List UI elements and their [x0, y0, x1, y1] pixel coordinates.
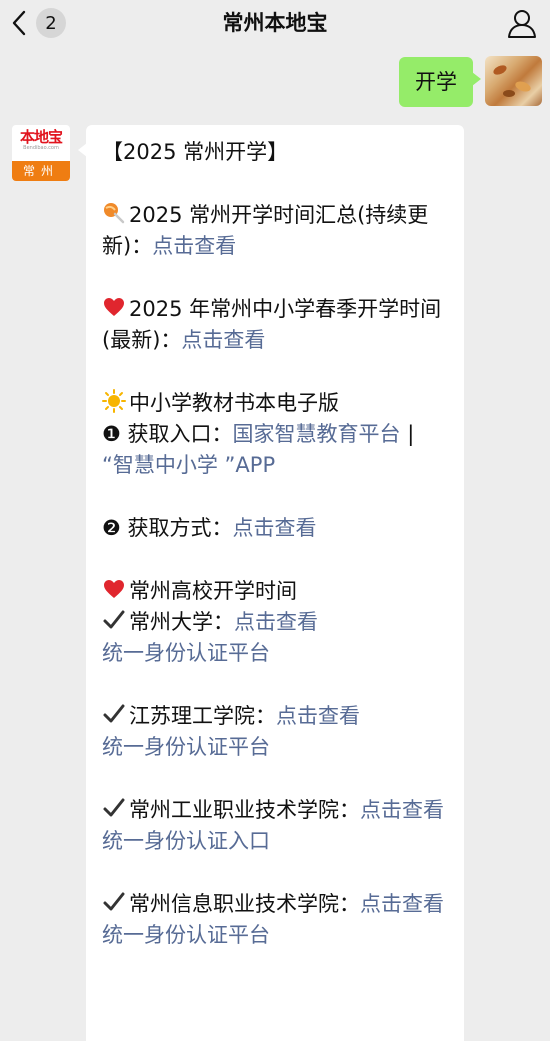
sun-icon — [102, 389, 126, 413]
textbook-section: 中小学教材书本电子版 ❶ 获取入口：国家智慧教育平台 | “智慧中小学 ”APP — [102, 388, 450, 481]
portal-link[interactable]: 统一身份认证平台 — [102, 638, 450, 669]
view-link[interactable]: 点击查看 — [276, 704, 360, 728]
college-name: 江苏理工学院： — [129, 704, 276, 728]
checkmark-icon — [103, 610, 125, 629]
app-link[interactable]: “智慧中小学 ”APP — [102, 453, 275, 477]
bot-city-label: 常州 — [12, 161, 70, 181]
college-name: 常州工业职业技术学院： — [129, 798, 360, 822]
portal-link[interactable]: 统一身份认证平台 — [102, 732, 450, 763]
bot-logo-text: 本地宝 — [19, 128, 63, 146]
method-label: ❷ 获取方式： — [102, 516, 233, 540]
message-heading: 【2025 常州开学】 — [102, 140, 289, 164]
college-name: 常州信息职业技术学院： — [129, 892, 360, 916]
portal-link[interactable]: 统一身份认证入口 — [102, 826, 450, 857]
checkmark-icon — [103, 798, 125, 817]
view-link[interactable]: 点击查看 — [360, 892, 444, 916]
bot-avatar[interactable]: 本地宝 Bendibao.com 常州 — [12, 125, 70, 181]
college-item: 常州工业职业技术学院：点击查看 统一身份认证入口 — [102, 795, 450, 857]
chat-header: 2 常州本地宝 — [0, 0, 550, 46]
edu-platform-link[interactable]: 国家智慧教育平台 — [233, 422, 401, 446]
separator: | — [400, 422, 415, 446]
section-title: 常州高校开学时间 — [129, 579, 297, 603]
incoming-bubble: 【2025 常州开学】 2025 常州开学时间汇总(持续更新)：点击查看 202… — [78, 125, 464, 1041]
college-name: 常州大学： — [129, 610, 234, 634]
list-item: 2025 年常州中小学春季开学时间(最新)：点击查看 — [102, 294, 450, 356]
checkmark-icon — [103, 892, 125, 911]
incoming-message: 本地宝 Bendibao.com 常州 【2025 常州开学】 2025 常州开… — [12, 125, 464, 1041]
college-item: 江苏理工学院：点击查看 统一身份认证平台 — [102, 701, 450, 763]
view-link[interactable]: 点击查看 — [152, 234, 236, 258]
college-item: 常州信息职业技术学院：点击查看 统一身份认证平台 — [102, 889, 450, 951]
view-link[interactable]: 点击查看 — [181, 328, 265, 352]
chat-title: 常州本地宝 — [222, 11, 328, 35]
item-text: 2025 年常州中小学春季开学时间(最新)： — [102, 297, 442, 352]
profile-icon[interactable] — [506, 7, 538, 39]
section-title: 中小学教材书本电子版 — [129, 391, 339, 415]
checkmark-icon — [103, 704, 125, 723]
list-item: 2025 常州开学时间汇总(持续更新)：点击查看 — [102, 200, 450, 262]
lollipop-icon — [104, 203, 125, 224]
outgoing-bubble[interactable]: 开学 — [399, 57, 481, 107]
item-text: 2025 常州开学时间汇总(持续更新)： — [102, 203, 429, 258]
heart-icon — [104, 580, 124, 598]
college-item: 常州大学：点击查看 — [102, 607, 450, 638]
entry-label: ❶ 获取入口： — [102, 422, 233, 446]
view-link[interactable]: 点击查看 — [360, 798, 444, 822]
portal-link[interactable]: 统一身份认证平台 — [102, 920, 450, 951]
bot-logo-sub: Bendibao.com — [23, 145, 59, 151]
user-avatar[interactable] — [485, 56, 542, 106]
view-link[interactable]: 点击查看 — [234, 610, 318, 634]
view-link[interactable]: 点击查看 — [233, 516, 317, 540]
heart-icon — [104, 298, 124, 316]
outgoing-message: 开学 — [399, 56, 542, 107]
college-section: 常州高校开学时间 常州大学：点击查看 统一身份认证平台 — [102, 576, 450, 669]
